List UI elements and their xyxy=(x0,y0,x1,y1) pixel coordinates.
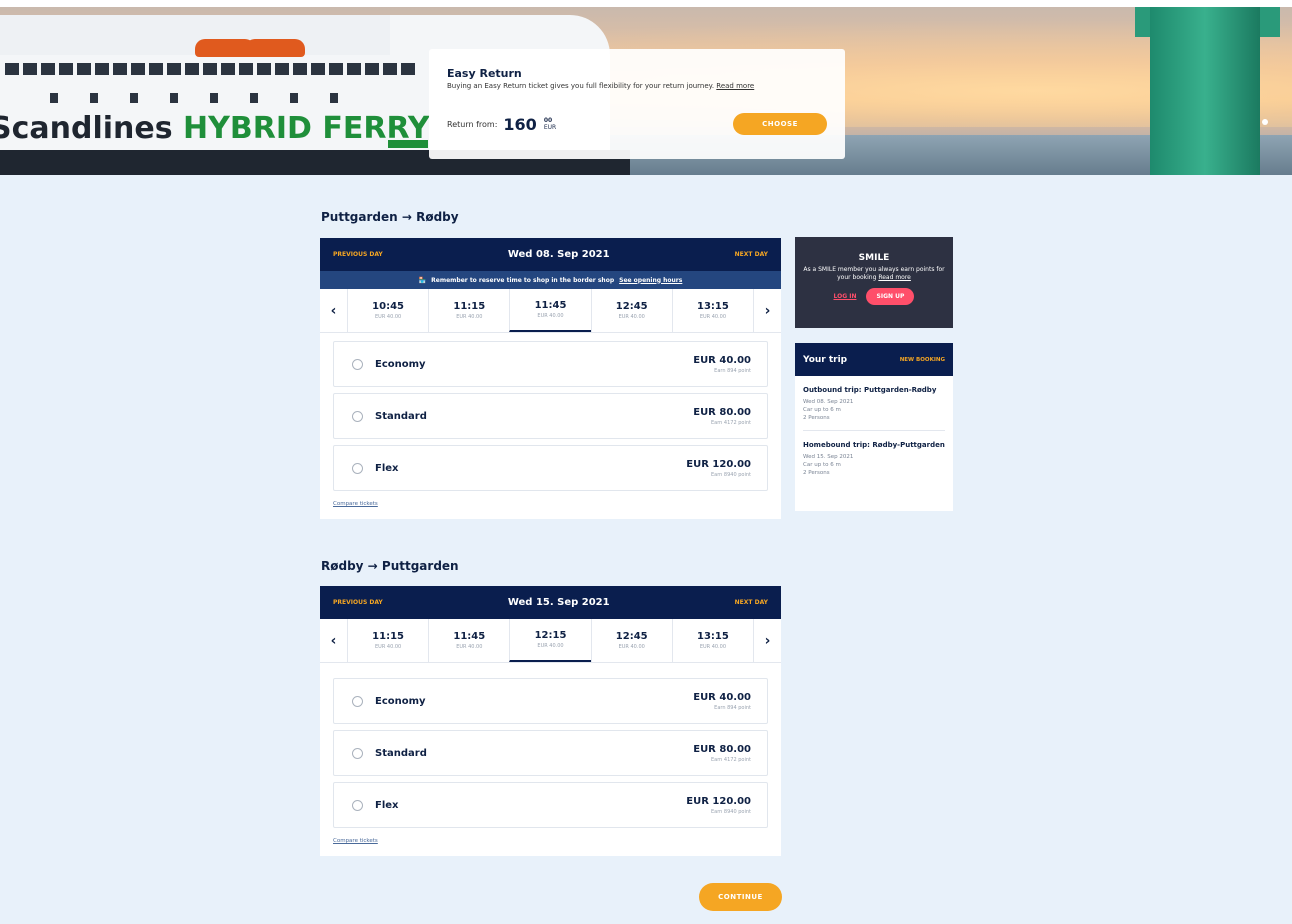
outbound-date: Wed 08. Sep 2021 xyxy=(507,249,610,260)
smile-read-more-link[interactable]: Read more xyxy=(878,274,911,281)
compare-tickets-link[interactable]: Compare tickets xyxy=(320,497,781,519)
homebound-route-title: Rødby → Puttgarden xyxy=(321,559,459,573)
shop-icon: 🏪 xyxy=(418,276,427,284)
your-trip-title: Your trip xyxy=(803,354,848,365)
border-shop-banner: 🏪 Remember to reserve time to shop in th… xyxy=(320,271,781,289)
fare-option-flex[interactable]: Flex EUR 120.00 Earn 8940 point xyxy=(333,782,768,828)
hero-banner: Scandlines HYBRID FERRY Easy Return Buyi… xyxy=(0,0,1292,175)
lighthouse-tower xyxy=(1150,7,1260,175)
homebound-panel: PREVIOUS DAY Wed 15. Sep 2021 NEXT DAY ‹… xyxy=(320,586,781,856)
opening-hours-link[interactable]: See opening hours xyxy=(619,277,682,284)
departure-slot[interactable]: 12:45 EUR 40.00 xyxy=(590,289,672,332)
easy-return-read-more-link[interactable]: Read more xyxy=(716,82,754,90)
departure-slot[interactable]: 11:15 EUR 40.00 xyxy=(428,289,509,332)
continue-button[interactable]: CONTINUE xyxy=(699,883,782,911)
outbound-departure-times: ‹ 10:45 EUR 40.00 11:15 EUR 40.00 11:45 EUR… xyxy=(320,289,781,333)
radio-button[interactable] xyxy=(352,410,363,422)
easy-return-card: Easy Return Buying an Easy Return ticket… xyxy=(429,49,845,159)
departure-slot-selected[interactable]: 12:15 EUR 40.00 xyxy=(509,619,591,662)
departure-slot[interactable]: 13:15 EUR 40.00 xyxy=(671,289,755,332)
homebound-previous-day-link[interactable]: PREVIOUS DAY xyxy=(333,599,383,606)
radio-button[interactable] xyxy=(352,462,363,474)
smile-description: As a SMILE member you always earn points… xyxy=(803,266,945,281)
fare-option-standard[interactable]: Standard EUR 80.00 Earn 4172 point xyxy=(333,730,768,776)
choose-button[interactable]: CHOOSE xyxy=(733,113,827,135)
outbound-trip-summary: Outbound trip: Puttgarden-Rødby Wed 08. … xyxy=(803,386,937,421)
departure-slot[interactable]: 13:15 EUR 40.00 xyxy=(671,619,755,662)
chevron-left-icon[interactable]: ‹ xyxy=(320,289,347,332)
ferry-windows xyxy=(50,93,370,103)
outbound-next-day-link[interactable]: NEXT DAY xyxy=(735,251,768,258)
outbound-route-title: Puttgarden → Rødby xyxy=(321,210,459,224)
chevron-left-icon[interactable]: ‹ xyxy=(320,619,347,662)
fare-option-standard[interactable]: Standard EUR 80.00 Earn 4172 point xyxy=(333,393,768,439)
homebound-date: Wed 15. Sep 2021 xyxy=(507,597,610,608)
return-price: 160 xyxy=(503,114,537,134)
homebound-trip-summary: Homebound trip: Rødby-Puttgarden Wed 15.… xyxy=(803,441,945,476)
homebound-departure-times: ‹ 11:15 EUR 40.00 11:45 EUR 40.00 12:15 EUR… xyxy=(320,619,781,663)
your-trip-summary: Your trip NEW BOOKING Outbound trip: Put… xyxy=(795,343,953,511)
chevron-right-icon[interactable]: › xyxy=(754,619,781,662)
lighthouse-light xyxy=(1262,119,1268,125)
signup-button[interactable]: SIGN UP xyxy=(866,288,915,305)
lifeboat-shape xyxy=(245,39,305,57)
outbound-date-header: PREVIOUS DAY Wed 08. Sep 2021 NEXT DAY xyxy=(320,238,781,271)
easy-return-title: Easy Return xyxy=(447,67,522,80)
new-booking-link[interactable]: NEW BOOKING xyxy=(900,357,945,363)
departure-slot[interactable]: 11:45 EUR 40.00 xyxy=(428,619,509,662)
smile-membership-card: SMILE As a SMILE member you always earn … xyxy=(795,237,953,328)
smile-title: SMILE xyxy=(858,253,890,263)
radio-button[interactable] xyxy=(352,358,363,370)
outbound-panel: PREVIOUS DAY Wed 08. Sep 2021 NEXT DAY 🏪… xyxy=(320,238,781,519)
departure-slot-selected[interactable]: 11:45 EUR 40.00 xyxy=(509,289,591,332)
homebound-next-day-link[interactable]: NEXT DAY xyxy=(735,599,768,606)
login-link[interactable]: LOG IN xyxy=(834,293,857,300)
ferry-brand-text: Scandlines HYBRID FERRY xyxy=(0,111,430,146)
chevron-right-icon[interactable]: › xyxy=(754,289,781,332)
homebound-fare-list: Economy EUR 40.00 Earn 894 point Standard… xyxy=(320,663,781,828)
compare-tickets-link[interactable]: Compare tickets xyxy=(320,834,781,856)
radio-button[interactable] xyxy=(352,747,363,759)
ferry-windows xyxy=(5,63,415,75)
departure-slot[interactable]: 12:45 EUR 40.00 xyxy=(590,619,672,662)
fare-option-economy[interactable]: Economy EUR 40.00 Earn 894 point xyxy=(333,678,768,724)
radio-button[interactable] xyxy=(352,695,363,707)
your-trip-header: Your trip NEW BOOKING xyxy=(795,343,953,376)
outbound-fare-list: Economy EUR 40.00 Earn 894 point Standard… xyxy=(320,333,781,491)
ferry-green-stripe xyxy=(388,140,428,148)
fare-option-economy[interactable]: Economy EUR 40.00 Earn 894 point xyxy=(333,341,768,387)
return-from-price: Return from: 160 00 EUR xyxy=(447,114,557,134)
outbound-previous-day-link[interactable]: PREVIOUS DAY xyxy=(333,251,383,258)
departure-slot[interactable]: 10:45 EUR 40.00 xyxy=(347,289,428,332)
homebound-date-header: PREVIOUS DAY Wed 15. Sep 2021 NEXT DAY xyxy=(320,586,781,619)
radio-button[interactable] xyxy=(352,799,363,811)
fare-option-flex[interactable]: Flex EUR 120.00 Earn 8940 point xyxy=(333,445,768,491)
departure-slot[interactable]: 11:15 EUR 40.00 xyxy=(347,619,428,662)
easy-return-description: Buying an Easy Return ticket gives you f… xyxy=(447,82,755,90)
